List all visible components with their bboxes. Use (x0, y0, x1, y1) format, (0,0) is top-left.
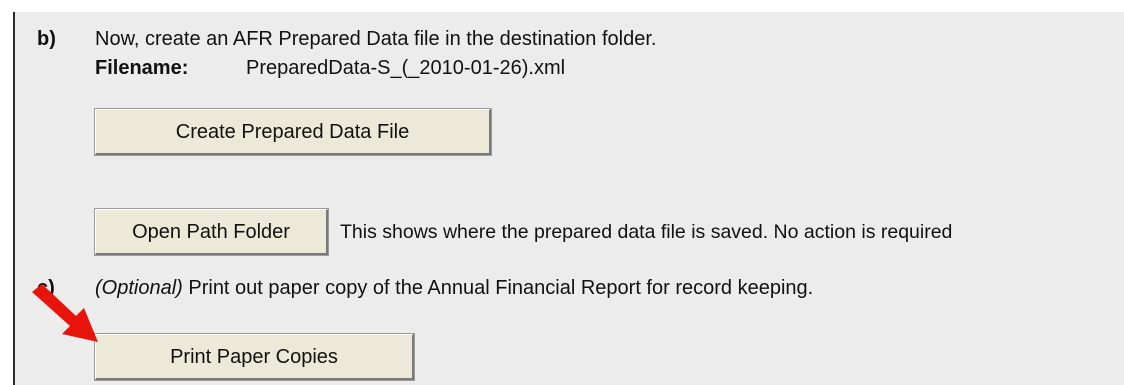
create-prepared-data-file-button[interactable]: Create Prepared Data File (94, 108, 492, 156)
step-c-text: Print out paper copy of the Annual Finan… (182, 277, 814, 299)
print-paper-copies-button[interactable]: Print Paper Copies (94, 333, 415, 381)
red-arrow-icon (32, 284, 98, 342)
filename-value: PreparedData-S_(_2010-01-26).xml (246, 57, 566, 79)
open-folder-note: This shows where the prepared data file … (340, 221, 953, 243)
filename-label: Filename: (95, 57, 189, 79)
optional-tag: (Optional) (95, 277, 183, 299)
step-c-instruction: (Optional) Print out paper copy of the A… (95, 276, 813, 300)
step-b-instruction: Now, create an AFR Prepared Data file in… (95, 28, 657, 50)
open-path-folder-button[interactable]: Open Path Folder (94, 208, 329, 256)
step-b-label: b) (37, 28, 56, 50)
